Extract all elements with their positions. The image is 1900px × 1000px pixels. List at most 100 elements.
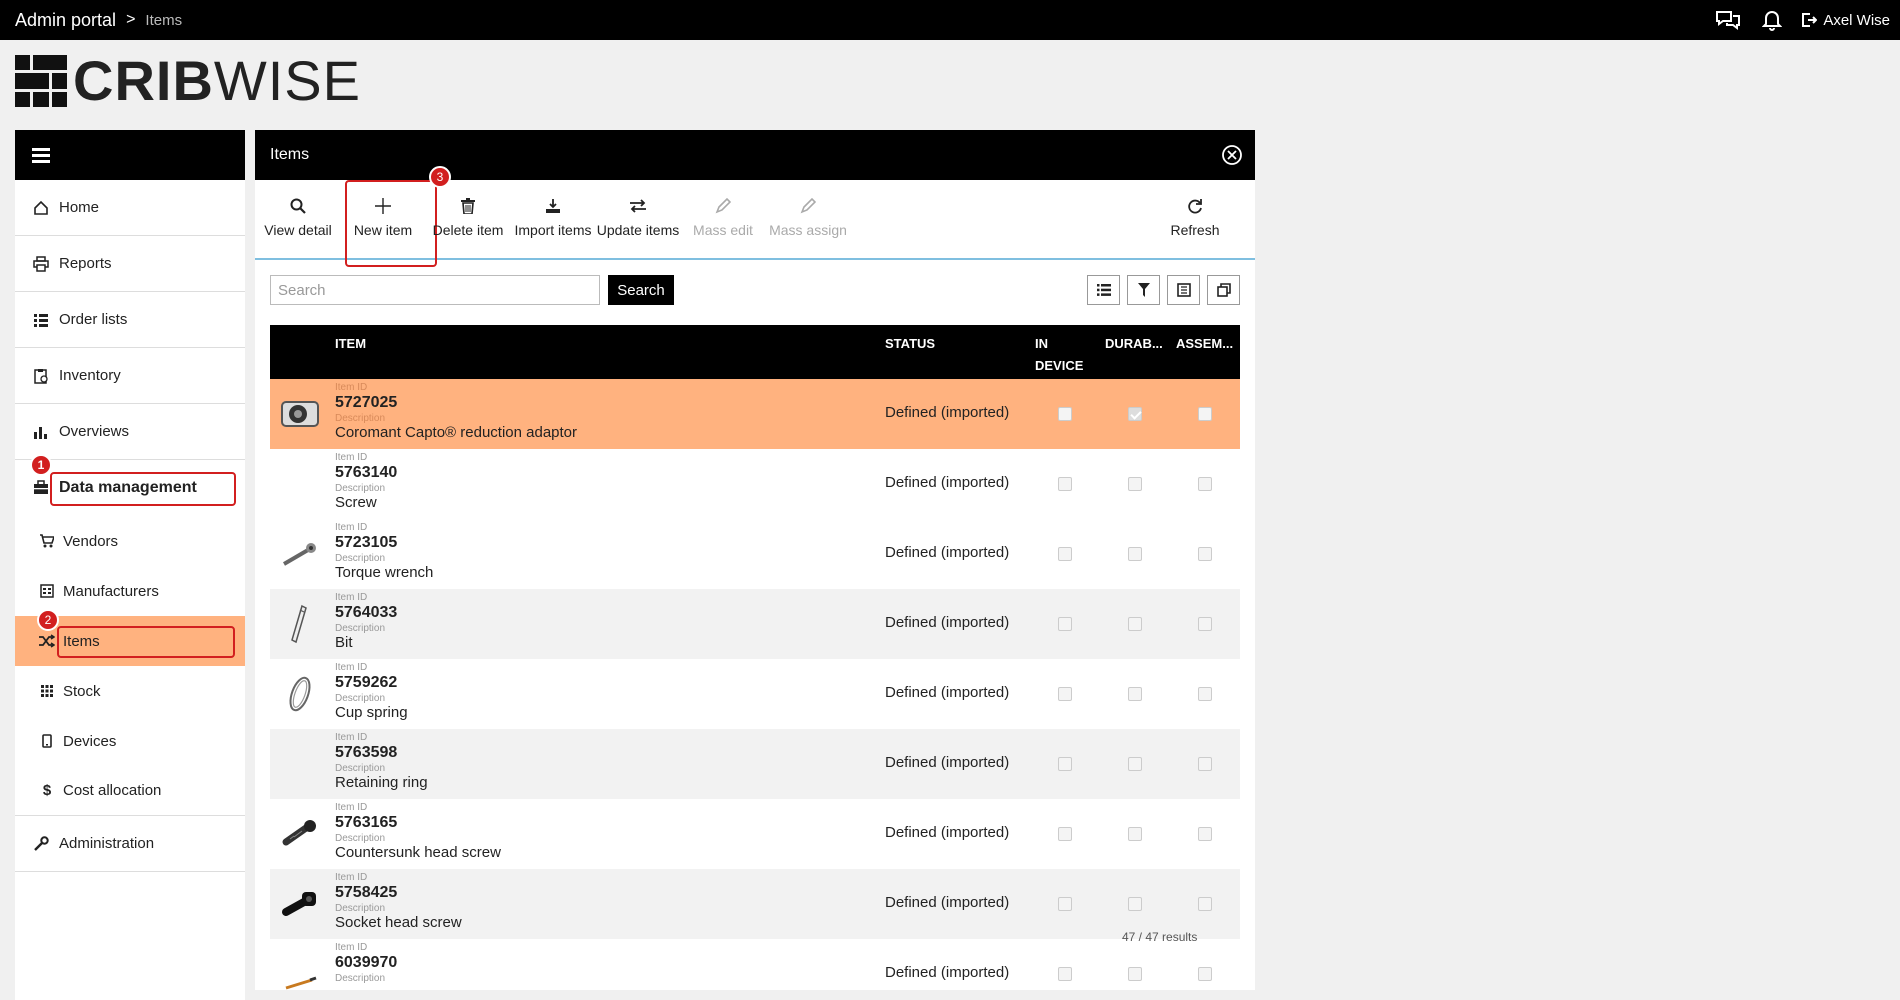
grid-icon <box>37 684 57 698</box>
item-status: Defined (imported) <box>885 894 1010 911</box>
durable-checkbox <box>1128 407 1142 421</box>
top-bar: Admin portal > Items Axel Wise <box>0 0 1900 40</box>
search-button[interactable]: Search <box>608 275 674 305</box>
copy-button[interactable] <box>1207 275 1240 305</box>
item-thumbnail <box>278 812 322 856</box>
bell-icon[interactable] <box>1757 5 1787 35</box>
trash-icon <box>461 194 475 218</box>
sidebar-subitem-label: Stock <box>63 682 101 700</box>
column-header-assembly[interactable]: ASSEM... <box>1176 333 1233 355</box>
list-view-button[interactable] <box>1087 275 1120 305</box>
item-thumbnail <box>278 672 322 716</box>
table-row[interactable]: Item ID 5758425 Description Socket head … <box>270 869 1240 939</box>
item-cell: Item ID 5763598 Description Retaining ri… <box>335 732 428 791</box>
in-device-checkbox <box>1058 967 1072 981</box>
durable-checkbox <box>1128 687 1142 701</box>
column-header-item[interactable]: ITEM <box>335 333 366 355</box>
sidebar-subitem-label: Devices <box>63 732 117 750</box>
column-header-durable[interactable]: DURAB... <box>1105 333 1163 355</box>
table-row[interactable]: Item ID 5759262 Description Cup spring D… <box>270 659 1240 729</box>
mass-assign-button[interactable]: Mass assign <box>765 194 851 238</box>
item-id: 5763165 <box>335 814 398 831</box>
columns-button[interactable] <box>1167 275 1200 305</box>
chat-icon[interactable] <box>1713 5 1743 35</box>
sidebar-item-label: Inventory <box>59 367 121 384</box>
table-header: ITEM STATUS IN DEVICE DURAB... ASSEM... <box>270 325 1240 379</box>
import-icon <box>545 194 561 218</box>
item-id: 5759262 <box>335 674 398 691</box>
mass-edit-button[interactable]: Mass edit <box>680 194 766 238</box>
sidebar-item-overviews[interactable]: Overviews <box>15 404 245 460</box>
item-status: Defined (imported) <box>885 404 1010 421</box>
refresh-button[interactable]: Refresh <box>1152 194 1238 238</box>
item-description: Socket head screw <box>335 914 462 931</box>
sidebar-subitem-vendors[interactable]: Vendors <box>15 516 245 566</box>
sidebar-subitem-label: Vendors <box>63 532 119 550</box>
hamburger-menu-icon[interactable] <box>32 147 50 163</box>
in-device-checkbox <box>1058 757 1072 771</box>
item-cell: Item ID 5763140 Description Screw <box>335 452 398 511</box>
delete-item-button[interactable]: Delete item <box>425 194 511 238</box>
in-device-checkbox <box>1058 897 1072 911</box>
durable-checkbox <box>1128 477 1142 491</box>
column-header-in-device[interactable]: IN DEVICE <box>1035 333 1083 377</box>
filter-button[interactable] <box>1127 275 1160 305</box>
sidebar-item-label: Overviews <box>59 423 130 440</box>
item-description: Cup spring <box>335 704 408 721</box>
sidebar-subitem-label: Cost allocation <box>63 782 162 799</box>
table-row[interactable]: Item ID 5764033 Description Bit Defined … <box>270 589 1240 659</box>
sidebar-subitem-stock[interactable]: Stock <box>15 666 245 716</box>
table-icon <box>1176 283 1191 297</box>
sidebar-subitem-devices[interactable]: Devices <box>15 716 245 766</box>
sidebar-item-reports[interactable]: Reports <box>15 236 245 292</box>
sidebar-item-administration[interactable]: Administration <box>15 816 245 872</box>
item-cell: Item ID 5723105 Description Torque wrenc… <box>335 522 434 581</box>
factory-icon <box>37 584 57 598</box>
list-icon <box>1096 284 1111 296</box>
assembly-checkbox <box>1198 617 1212 631</box>
sidebar-subitem-cost-allocation[interactable]: $ Cost allocation <box>15 766 245 816</box>
assembly-checkbox <box>1198 477 1212 491</box>
item-cell: Item ID 5727025 Description Coromant Cap… <box>335 382 578 441</box>
table-row[interactable]: Item ID 5727025 Description Coromant Cap… <box>270 379 1240 449</box>
update-items-button[interactable]: Update items <box>595 194 681 238</box>
breadcrumb-separator: > <box>126 11 136 28</box>
step-badge-2: 2 <box>37 609 59 631</box>
table-row[interactable]: Item ID 6039970 Description Defined (imp… <box>270 939 1240 990</box>
highlight-box-data-management <box>50 472 236 506</box>
item-id: 5763598 <box>335 744 398 761</box>
durable-checkbox <box>1128 827 1142 841</box>
bar-chart-icon <box>29 424 53 440</box>
sidebar: Home Reports Order lists Inventory Overv… <box>15 130 245 1000</box>
sidebar-item-order-lists[interactable]: Order lists <box>15 292 245 348</box>
pencil-icon <box>715 194 731 218</box>
import-items-button[interactable]: Import items <box>510 194 596 238</box>
search-input[interactable] <box>270 275 600 305</box>
user-menu[interactable]: Axel Wise <box>1801 12 1890 29</box>
item-status: Defined (imported) <box>885 684 1010 701</box>
sidebar-subitem-items[interactable]: Items 2 <box>15 609 245 666</box>
item-thumbnail <box>278 392 322 436</box>
in-device-checkbox <box>1058 547 1072 561</box>
cart-icon <box>37 534 57 548</box>
clipboard-icon <box>29 368 53 384</box>
column-header-status[interactable]: STATUS <box>885 333 935 355</box>
close-icon[interactable] <box>1221 144 1243 166</box>
items-panel: Items View detail New item 3 Delete item… <box>255 130 1255 990</box>
table-row[interactable]: Item ID 5723105 Description Torque wrenc… <box>270 519 1240 589</box>
item-thumbnail <box>278 952 322 990</box>
item-description: Countersunk head screw <box>335 844 501 861</box>
breadcrumb-root[interactable]: Admin portal <box>15 10 116 31</box>
view-detail-button[interactable]: View detail <box>255 194 341 238</box>
item-description: Coromant Capto® reduction adaptor <box>335 424 578 441</box>
in-device-checkbox <box>1058 407 1072 421</box>
table-row[interactable]: Item ID 5763140 Description Screw Define… <box>270 449 1240 519</box>
sidebar-item-label: Order lists <box>59 311 128 328</box>
sidebar-item-inventory[interactable]: Inventory <box>15 348 245 404</box>
table-row[interactable]: Item ID 5763165 Description Countersunk … <box>270 799 1240 869</box>
table-row[interactable]: Item ID 5763598 Description Retaining ri… <box>270 729 1240 799</box>
item-description: Screw <box>335 494 377 511</box>
sidebar-item-data-management[interactable]: Data management 1 <box>15 454 245 516</box>
item-thumbnail <box>278 532 322 576</box>
sidebar-item-home[interactable]: Home <box>15 180 245 236</box>
